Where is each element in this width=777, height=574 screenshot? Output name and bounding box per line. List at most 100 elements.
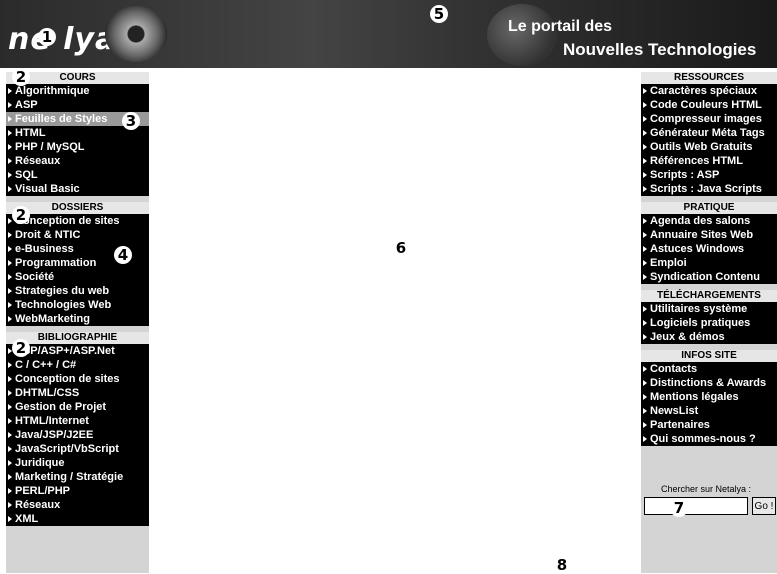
infos-item[interactable]: Mentions légales xyxy=(641,390,777,404)
ressources-item[interactable]: Références HTML xyxy=(641,154,777,168)
arrow-right-icon xyxy=(8,186,12,193)
bibliographie-item-label: HTML/Internet xyxy=(15,415,89,427)
arrow-right-icon xyxy=(8,516,12,523)
dossiers-item[interactable]: Droit & NTIC xyxy=(6,228,149,242)
arrow-right-icon xyxy=(643,232,647,239)
arrow-right-icon xyxy=(8,362,12,369)
cours-item[interactable]: SQL xyxy=(6,168,149,182)
ressources-item-label: Caractères spéciaux xyxy=(650,85,758,97)
dossiers-item[interactable]: WebMarketing xyxy=(6,312,149,326)
arrow-right-icon xyxy=(643,394,647,401)
pratique-item[interactable]: Emploi xyxy=(641,256,777,270)
bibliographie-item[interactable]: Marketing / Stratégie xyxy=(6,470,149,484)
search-label: Chercher sur Netalya : xyxy=(661,484,752,494)
infos-item[interactable]: Qui sommes-nous ? xyxy=(641,432,777,446)
tagline-line1: Le portail des xyxy=(508,18,613,35)
infos-item-label: Contacts xyxy=(650,363,698,375)
telechargements-item[interactable]: Logiciels pratiques xyxy=(641,316,777,330)
bibliographie-item-label: Gestion de Projet xyxy=(15,401,107,413)
infos-item[interactable]: Partenaires xyxy=(641,418,777,432)
ressources-item-label: Outils Web Gratuits xyxy=(650,141,753,153)
arrow-right-icon xyxy=(8,116,12,123)
infos-item[interactable]: Distinctions & Awards xyxy=(641,376,777,390)
cours-item-label: HTML xyxy=(15,127,46,139)
search-input[interactable] xyxy=(644,497,748,515)
telechargements-header: TÉLÉCHARGEMENTS xyxy=(641,290,777,302)
ressources-item[interactable]: Outils Web Gratuits xyxy=(641,140,777,154)
infos-item-label: Mentions légales xyxy=(650,391,739,403)
ressources-item-label: Générateur Méta Tags xyxy=(650,127,765,139)
bibliographie-item-label: JavaScript/VbScript xyxy=(15,443,119,455)
arrow-right-icon xyxy=(643,102,647,109)
marker-2-dossiers: 2 xyxy=(12,206,30,224)
bibliographie-item-label: Java/JSP/J2EE xyxy=(15,429,94,441)
bibliographie-item[interactable]: Réseaux xyxy=(6,498,149,512)
infos-section: INFOS SITE Contacts Distinctions & Awards… xyxy=(641,350,777,446)
bibliographie-item[interactable]: HTML/Internet xyxy=(6,414,149,428)
bibliographie-item[interactable]: PERL/PHP xyxy=(6,484,149,498)
infos-header: INFOS SITE xyxy=(641,350,777,362)
arrow-right-icon xyxy=(8,288,12,295)
arrow-right-icon xyxy=(643,422,647,429)
arrow-right-icon xyxy=(643,408,647,415)
dossiers-item-label: WebMarketing xyxy=(15,313,90,325)
cours-item[interactable]: PHP / MySQL xyxy=(6,140,149,154)
site-logo[interactable]: ne lya xyxy=(8,22,116,57)
bibliographie-item[interactable]: JavaScript/VbScript xyxy=(6,442,149,456)
bibliographie-item[interactable]: C / C++ / C# xyxy=(6,358,149,372)
ressources-item[interactable]: Code Couleurs HTML xyxy=(641,98,777,112)
bibliographie-item[interactable]: Juridique xyxy=(6,456,149,470)
ressources-item[interactable]: Générateur Méta Tags xyxy=(641,126,777,140)
dossiers-item[interactable]: Technologies Web xyxy=(6,298,149,312)
arrow-right-icon xyxy=(8,390,12,397)
cours-item-label: SQL xyxy=(15,169,38,181)
dossiers-item[interactable]: Société xyxy=(6,270,149,284)
infos-item[interactable]: NewsList xyxy=(641,404,777,418)
telechargements-item-label: Jeux & démos xyxy=(650,331,725,343)
arrow-right-icon xyxy=(8,316,12,323)
pratique-item[interactable]: Astuces Windows xyxy=(641,242,777,256)
telechargements-item[interactable]: Utilitaires système xyxy=(641,302,777,316)
arrow-right-icon xyxy=(8,102,12,109)
cd-disc-image xyxy=(105,6,167,62)
search-go-button[interactable]: Go ! xyxy=(752,497,776,515)
cours-item[interactable]: Algorithmique xyxy=(6,84,149,98)
marker-6: 6 xyxy=(392,239,410,257)
bibliographie-item[interactable]: XML xyxy=(6,512,149,526)
ressources-item[interactable]: Compresseur images xyxy=(641,112,777,126)
arrow-right-icon xyxy=(8,260,12,267)
telechargements-item[interactable]: Jeux & démos xyxy=(641,330,777,344)
arrow-right-icon xyxy=(8,418,12,425)
infos-item[interactable]: Contacts xyxy=(641,362,777,376)
pratique-item[interactable]: Annuaire Sites Web xyxy=(641,228,777,242)
marker-7: 7 xyxy=(670,499,688,517)
header-banner: ne lya Le portail des Nouvelles Technolo… xyxy=(0,0,777,68)
bibliographie-item[interactable]: Conception de sites xyxy=(6,372,149,386)
arrow-right-icon xyxy=(643,306,647,313)
pratique-item[interactable]: Agenda des salons xyxy=(641,214,777,228)
arrow-right-icon xyxy=(8,376,12,383)
tagline-line2: Nouvelles Technologies xyxy=(563,40,757,59)
bibliographie-item[interactable]: Java/JSP/J2EE xyxy=(6,428,149,442)
ressources-item[interactable]: Scripts : Java Scripts xyxy=(641,182,777,196)
bibliographie-item-label: C / C++ / C# xyxy=(15,359,77,371)
bibliographie-item[interactable]: Gestion de Projet xyxy=(6,400,149,414)
dossiers-item[interactable]: Strategies du web xyxy=(6,284,149,298)
bibliographie-item-label: Conception de sites xyxy=(15,373,120,385)
cours-item[interactable]: Réseaux xyxy=(6,154,149,168)
cours-item[interactable]: ASP xyxy=(6,98,149,112)
ressources-item[interactable]: Caractères spéciaux xyxy=(641,84,777,98)
bibliographie-section: BIBLIOGRAPHIE ASP/ASP+/ASP.Net C / C++ / … xyxy=(6,332,149,526)
arrow-right-icon xyxy=(643,436,647,443)
arrow-right-icon xyxy=(8,488,12,495)
ressources-header: RESSOURCES xyxy=(641,72,777,84)
arrow-right-icon xyxy=(643,218,647,225)
cours-item[interactable]: Visual Basic xyxy=(6,182,149,196)
bibliographie-item[interactable]: DHTML/CSS xyxy=(6,386,149,400)
bibliographie-item-label: Juridique xyxy=(15,457,65,469)
pratique-item[interactable]: Syndication Contenu xyxy=(641,270,777,284)
ressources-item[interactable]: Scripts : ASP xyxy=(641,168,777,182)
dossiers-item-label: Société xyxy=(15,271,55,283)
arrow-right-icon xyxy=(8,144,12,151)
arrow-right-icon xyxy=(643,274,647,281)
